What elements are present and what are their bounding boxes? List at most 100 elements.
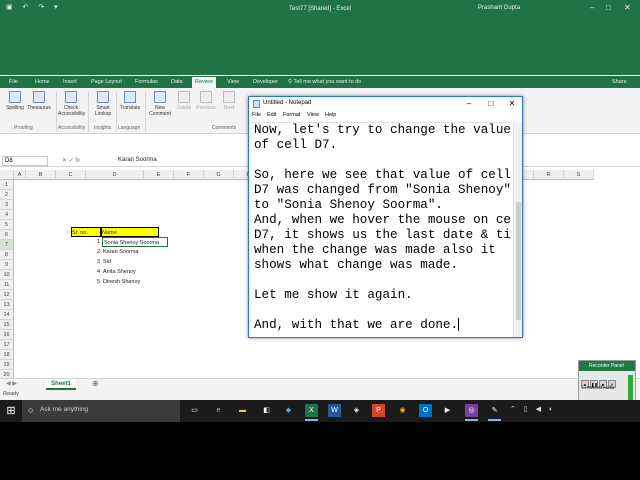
table-row-sr[interactable]: 4 bbox=[71, 267, 101, 277]
tab-data[interactable]: Data bbox=[168, 77, 186, 88]
task-view-icon[interactable]: ▭ bbox=[188, 404, 201, 417]
minimize-icon[interactable]: – bbox=[590, 3, 594, 12]
notepad-minimize-icon[interactable]: – bbox=[459, 98, 479, 110]
record-audio-checkbox[interactable]: ☐ Record Audio bbox=[579, 383, 635, 393]
row-header[interactable]: 19 bbox=[0, 360, 14, 370]
row-header[interactable]: 7 bbox=[0, 240, 14, 250]
spelling-button[interactable]: Spelling bbox=[2, 91, 28, 111]
menu-view[interactable]: View bbox=[307, 112, 319, 118]
row-header[interactable]: 10 bbox=[0, 270, 14, 280]
store-icon[interactable]: ◧ bbox=[260, 404, 273, 417]
check-accessibility-button[interactable]: Check Accessibility bbox=[58, 91, 85, 117]
column-header[interactable]: B bbox=[26, 170, 56, 180]
teamviewer-icon[interactable]: ◈ bbox=[350, 404, 363, 417]
row-header[interactable]: 15 bbox=[0, 320, 14, 330]
row-header[interactable]: 8 bbox=[0, 250, 14, 260]
excel-taskbar-icon[interactable]: X bbox=[305, 404, 318, 421]
table-row-name[interactable]: Sid bbox=[102, 257, 168, 267]
name-box[interactable]: D8 bbox=[2, 156, 48, 166]
account-name[interactable]: Prashant Gupta bbox=[478, 5, 520, 11]
table-row-sr[interactable]: 1 bbox=[71, 237, 101, 247]
word-taskbar-icon[interactable]: W bbox=[328, 404, 341, 417]
next-comment-button[interactable]: Next bbox=[216, 91, 242, 111]
column-header[interactable]: G bbox=[204, 170, 234, 180]
row-header[interactable]: 14 bbox=[0, 310, 14, 320]
tab-home[interactable]: Home bbox=[32, 77, 53, 88]
table-row-sr[interactable]: 5 bbox=[71, 277, 101, 287]
windows-start-icon[interactable]: ⊞ bbox=[0, 400, 22, 422]
notepad-window[interactable]: Untitled - Notepad – □ ✕ File Edit Forma… bbox=[248, 96, 523, 338]
scrollbar-thumb[interactable] bbox=[516, 202, 521, 320]
table-row-name[interactable]: Anita Shenoy bbox=[102, 267, 168, 277]
file-explorer-icon[interactable]: ▬ bbox=[236, 404, 249, 417]
row-header[interactable]: 3 bbox=[0, 200, 14, 210]
table-row-sr[interactable]: 2 bbox=[71, 247, 101, 257]
edge-icon[interactable]: e bbox=[212, 404, 225, 417]
dropbox-icon[interactable]: ◆ bbox=[282, 404, 295, 417]
column-header[interactable]: R bbox=[534, 170, 564, 180]
share-button[interactable]: Share bbox=[612, 77, 627, 87]
column-header[interactable]: E bbox=[144, 170, 174, 180]
translate-button[interactable]: Translate bbox=[117, 91, 143, 111]
menu-edit[interactable]: Edit bbox=[267, 112, 276, 118]
table-row-name[interactable]: Sonia Shenoy Soorma bbox=[102, 237, 168, 247]
sheet-tab-sheet1[interactable]: Sheet1 bbox=[46, 379, 76, 390]
tab-page-layout[interactable]: Page Layout bbox=[88, 77, 125, 88]
column-header[interactable]: A bbox=[14, 170, 26, 180]
row-header[interactable]: 1 bbox=[0, 180, 14, 190]
row-header[interactable]: 11 bbox=[0, 280, 14, 290]
row-header[interactable]: 6 bbox=[0, 230, 14, 240]
tell-me-box[interactable]: ⚲ Tell me what you want to do bbox=[288, 77, 361, 87]
close-icon[interactable]: ✕ bbox=[624, 3, 631, 12]
outlook-icon[interactable]: O bbox=[419, 404, 432, 417]
column-header[interactable]: F bbox=[174, 170, 204, 180]
select-all-corner[interactable] bbox=[0, 170, 14, 180]
column-header[interactable]: S bbox=[564, 170, 594, 180]
row-header[interactable]: 18 bbox=[0, 350, 14, 360]
menu-help[interactable]: Help bbox=[325, 112, 336, 118]
notepad-close-icon[interactable]: ✕ bbox=[502, 98, 522, 110]
recorder-app-icon[interactable]: ◎ bbox=[465, 404, 478, 421]
smart-lookup-button[interactable]: Smart Lookup bbox=[90, 91, 116, 117]
row-header[interactable]: 2 bbox=[0, 190, 14, 200]
table-row-name[interactable]: Karan Soorma bbox=[102, 247, 168, 257]
row-header[interactable]: 5 bbox=[0, 220, 14, 230]
sheet-nav-arrows[interactable]: ◀ ▶ bbox=[6, 380, 17, 387]
tab-review[interactable]: Review bbox=[192, 77, 217, 88]
notepad-title-bar[interactable]: Untitled - Notepad – □ ✕ bbox=[249, 97, 522, 111]
row-header[interactable]: 16 bbox=[0, 330, 14, 340]
row-header[interactable]: 4 bbox=[0, 210, 14, 220]
table-header-name[interactable]: Name bbox=[101, 227, 159, 237]
column-header[interactable]: D bbox=[86, 170, 144, 180]
row-header[interactable]: 9 bbox=[0, 260, 14, 270]
notepad-taskbar-icon[interactable]: ✎ bbox=[488, 404, 501, 421]
media-player-icon[interactable]: ▶ bbox=[441, 404, 454, 417]
table-row-sr[interactable]: 3 bbox=[71, 257, 101, 267]
tab-view[interactable]: View bbox=[224, 77, 242, 88]
table-row-name[interactable]: Dinesh Shenoy bbox=[102, 277, 168, 287]
row-header[interactable]: 13 bbox=[0, 300, 14, 310]
fx-icon[interactable]: ✕ ✓ fx bbox=[62, 156, 80, 166]
menu-file[interactable]: File bbox=[252, 112, 261, 118]
table-header-srno[interactable]: Sr. no. bbox=[71, 227, 101, 237]
menu-format[interactable]: Format bbox=[283, 112, 300, 118]
row-header[interactable]: 17 bbox=[0, 340, 14, 350]
new-comment-button[interactable]: New Comment bbox=[147, 91, 173, 117]
powerpoint-icon[interactable]: P bbox=[372, 404, 385, 417]
add-sheet-icon[interactable]: ⊕ bbox=[92, 379, 99, 389]
tab-formulas[interactable]: Formulas bbox=[132, 77, 161, 88]
row-header[interactable]: 12 bbox=[0, 290, 14, 300]
taskbar-search[interactable]: ○ Ask me anything bbox=[22, 400, 180, 422]
chrome-icon[interactable]: ◉ bbox=[396, 404, 409, 417]
column-header[interactable]: C bbox=[56, 170, 86, 180]
thesaurus-button[interactable]: Thesaurus bbox=[26, 91, 52, 111]
notepad-scrollbar[interactable] bbox=[513, 122, 522, 337]
notepad-text-area[interactable]: Now, let's try to change the value of ce… bbox=[251, 122, 511, 336]
notepad-maximize-icon[interactable]: □ bbox=[481, 98, 501, 110]
system-tray[interactable]: ⌃ ▯ ◀ ◐ bbox=[510, 405, 556, 413]
tab-insert[interactable]: Insert bbox=[60, 77, 80, 88]
maximize-icon[interactable]: □ bbox=[606, 3, 611, 12]
tab-developer[interactable]: Developer bbox=[250, 77, 281, 88]
tab-file[interactable]: File bbox=[6, 77, 21, 88]
spelling-label: Spelling bbox=[6, 105, 24, 111]
